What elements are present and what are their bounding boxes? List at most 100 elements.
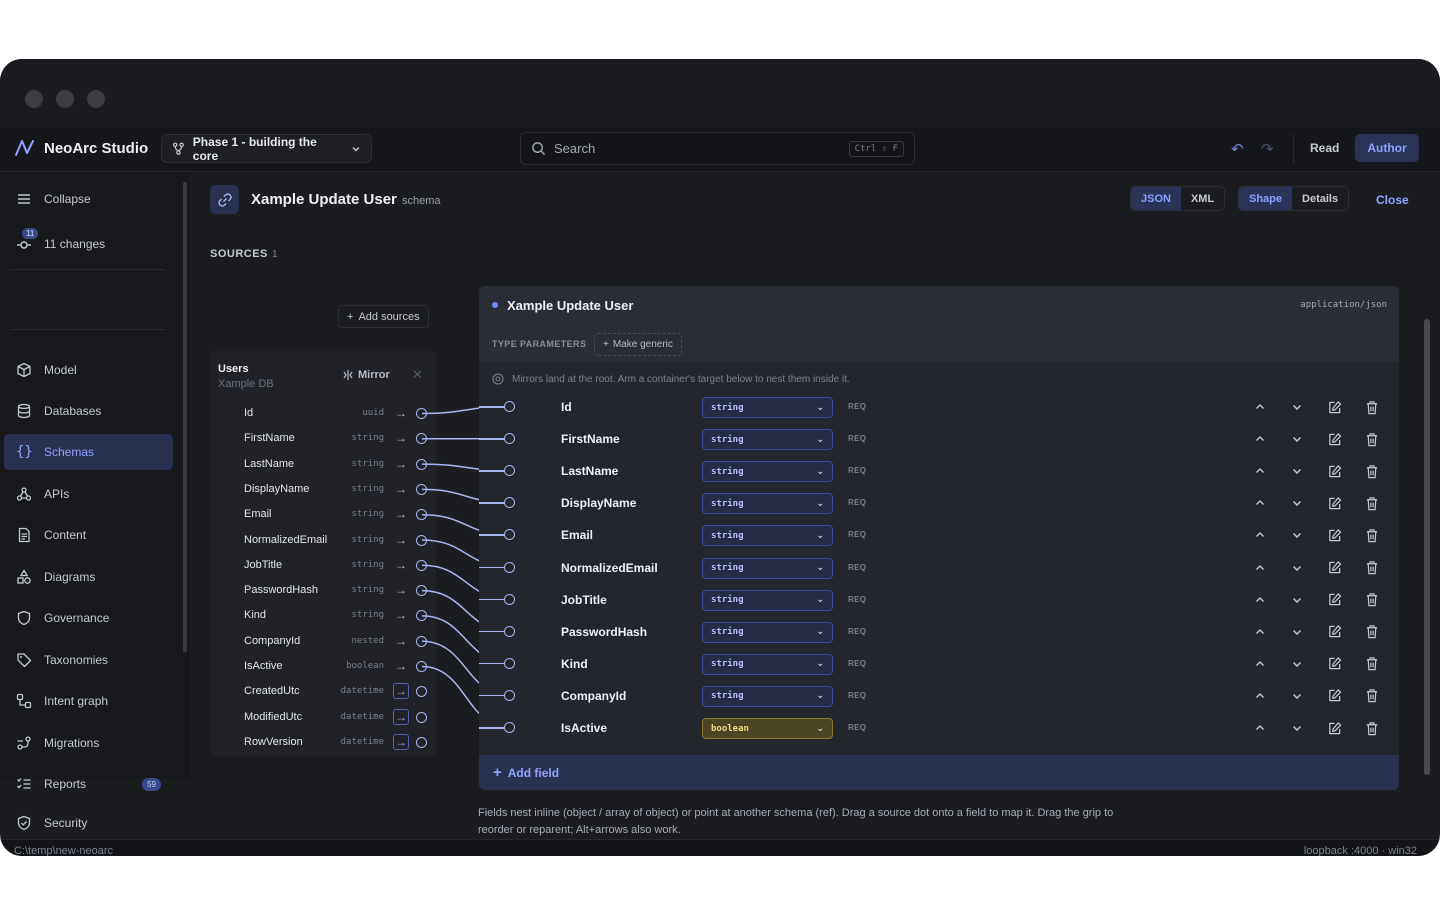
schema-field-row[interactable]: PasswordHash string ⌄ REQ (479, 616, 1399, 648)
field-name[interactable]: Email (561, 528, 593, 542)
field-port[interactable] (504, 529, 515, 541)
field-type-select[interactable]: string ⌄ (702, 493, 833, 515)
delete-icon[interactable] (1363, 430, 1381, 448)
map-arrow-icon[interactable]: → (393, 607, 409, 623)
source-column-row[interactable]: PasswordHash string → (210, 578, 436, 603)
sidebar-changes[interactable]: 11 11 changes (4, 226, 173, 262)
move-down-icon[interactable] (1288, 719, 1306, 737)
map-arrow-icon[interactable]: → (393, 733, 409, 750)
field-port[interactable] (504, 722, 515, 733)
move-down-icon[interactable] (1288, 398, 1306, 416)
schema-field-row[interactable]: FirstName string ⌄ REQ (479, 423, 1399, 455)
field-port[interactable] (504, 465, 515, 477)
schema-field-row[interactable]: Id string ⌄ REQ (479, 391, 1399, 423)
edit-icon[interactable] (1325, 462, 1343, 480)
map-arrow-icon[interactable]: → (393, 557, 409, 573)
map-arrow-icon[interactable]: → (393, 481, 409, 497)
field-name[interactable]: Id (561, 400, 572, 414)
window-close-dot[interactable] (25, 90, 43, 108)
field-type-select[interactable]: string ⌄ (702, 653, 833, 675)
field-port[interactable] (504, 497, 515, 509)
edit-icon[interactable] (1325, 623, 1343, 641)
map-arrow-icon[interactable]: → (393, 708, 409, 725)
move-down-icon[interactable] (1288, 526, 1306, 544)
field-port[interactable] (504, 401, 515, 412)
field-name[interactable]: Kind (561, 657, 588, 671)
field-name[interactable]: IsActive (561, 721, 607, 735)
window-minimize-dot[interactable] (56, 90, 74, 108)
required-flag[interactable]: REQ (848, 530, 866, 539)
edit-icon[interactable] (1325, 494, 1343, 512)
field-type-select[interactable]: string ⌄ (702, 397, 833, 418)
map-arrow-icon[interactable]: → (393, 582, 409, 598)
required-flag[interactable]: REQ (848, 595, 866, 604)
source-column-row[interactable]: LastName string → (210, 452, 436, 477)
remove-source-icon[interactable]: ✕ (412, 367, 423, 383)
sidebar-item-intent-graph[interactable]: Intent graph (4, 683, 173, 719)
field-port[interactable] (504, 433, 515, 445)
source-column-row[interactable]: NormalizedEmail string → (210, 528, 436, 553)
field-name[interactable]: FirstName (561, 432, 620, 446)
field-type-select[interactable]: string ⌄ (702, 685, 833, 707)
field-type-select[interactable]: boolean ⌄ (702, 718, 833, 739)
sidebar-collapse[interactable]: Collapse (4, 181, 173, 217)
sidebar-item-governance[interactable]: Governance (4, 600, 173, 636)
source-port[interactable] (416, 509, 427, 521)
sidebar-item-content[interactable]: Content (4, 517, 173, 553)
source-column-row[interactable]: ModifiedUtc datetime → (210, 705, 436, 730)
field-name[interactable]: PasswordHash (561, 625, 647, 639)
undo-icon[interactable]: ↶ (1231, 140, 1244, 158)
move-down-icon[interactable] (1288, 462, 1306, 480)
required-flag[interactable]: REQ (848, 659, 866, 668)
author-mode-button[interactable]: Author (1355, 134, 1419, 162)
schema-field-row[interactable]: IsActive boolean ⌄ REQ (479, 712, 1399, 744)
delete-icon[interactable] (1363, 494, 1381, 512)
redo-icon[interactable]: ↷ (1261, 140, 1274, 158)
field-type-select[interactable]: string ⌄ (702, 429, 833, 451)
map-arrow-icon[interactable]: → (393, 532, 409, 548)
required-flag[interactable]: REQ (848, 402, 866, 411)
move-up-icon[interactable] (1251, 591, 1269, 609)
source-column-row[interactable]: Email string → (210, 502, 436, 527)
tab-details[interactable]: Details (1292, 187, 1348, 210)
move-up-icon[interactable] (1251, 687, 1269, 705)
edit-icon[interactable] (1325, 655, 1343, 673)
required-flag[interactable]: REQ (848, 466, 866, 475)
app-logo[interactable]: NeoArc Studio (14, 138, 148, 158)
required-flag[interactable]: REQ (848, 563, 866, 572)
schema-field-row[interactable]: Email string ⌄ REQ (479, 519, 1399, 551)
map-arrow-icon[interactable]: → (393, 506, 409, 522)
delete-icon[interactable] (1363, 591, 1381, 609)
source-column-row[interactable]: Kind string → (210, 603, 436, 628)
source-port[interactable] (416, 736, 427, 748)
source-column-row[interactable]: IsActive boolean → (210, 654, 436, 679)
source-port[interactable] (416, 408, 427, 419)
source-column-row[interactable]: JobTitle string → (210, 553, 436, 578)
tab-shape[interactable]: Shape (1239, 187, 1293, 210)
move-up-icon[interactable] (1251, 398, 1269, 416)
mirror-button[interactable]: Mirror (342, 369, 390, 381)
edit-icon[interactable] (1325, 687, 1343, 705)
field-type-select[interactable]: string ⌄ (702, 461, 833, 483)
delete-icon[interactable] (1363, 526, 1381, 544)
move-up-icon[interactable] (1251, 462, 1269, 480)
required-flag[interactable]: REQ (848, 627, 866, 636)
required-flag[interactable]: REQ (848, 434, 866, 443)
move-down-icon[interactable] (1288, 591, 1306, 609)
move-up-icon[interactable] (1251, 494, 1269, 512)
delete-icon[interactable] (1363, 719, 1381, 737)
move-down-icon[interactable] (1288, 430, 1306, 448)
move-down-icon[interactable] (1288, 623, 1306, 641)
editor-scrollbar[interactable] (1424, 319, 1430, 775)
source-port[interactable] (416, 559, 427, 571)
edit-icon[interactable] (1325, 398, 1343, 416)
sidebar-item-diagrams[interactable]: Diagrams (4, 559, 173, 595)
move-down-icon[interactable] (1288, 494, 1306, 512)
source-port[interactable] (416, 635, 427, 647)
map-arrow-icon[interactable]: → (393, 683, 409, 700)
field-name[interactable]: JobTitle (561, 593, 607, 607)
map-arrow-icon[interactable]: → (393, 633, 409, 649)
source-column-row[interactable]: CreatedUtc datetime → (210, 679, 436, 704)
sidebar-scrollbar[interactable] (183, 182, 187, 652)
search-input[interactable]: Search Ctrl ⇧ F (520, 132, 915, 165)
